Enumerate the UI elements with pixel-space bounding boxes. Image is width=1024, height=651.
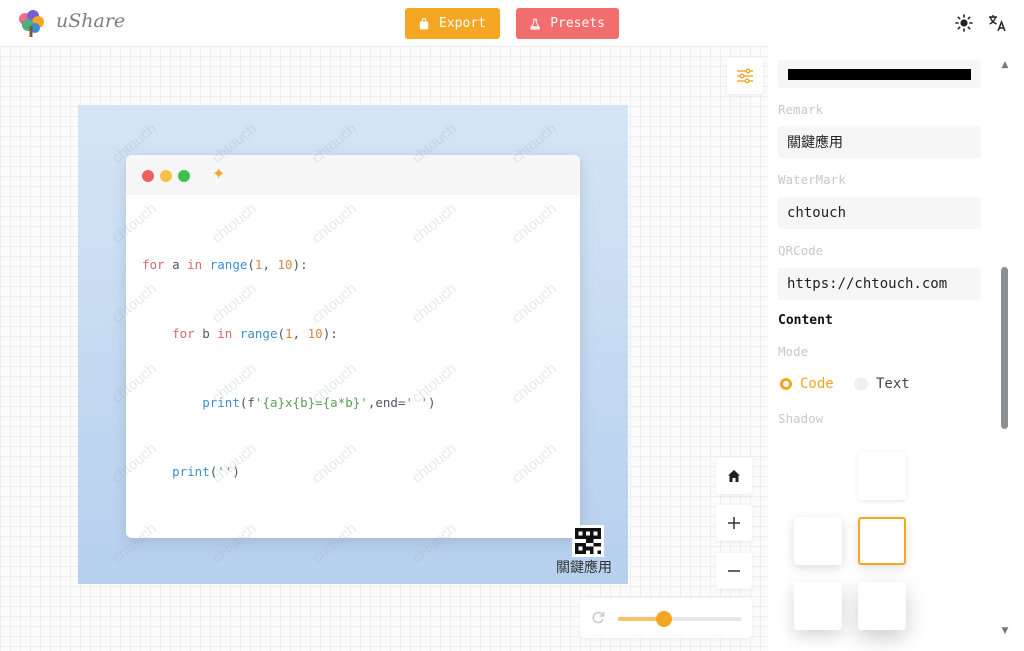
close-dot [142,170,154,182]
scroll-up-arrow[interactable]: ▲ [999,60,1011,70]
code-line: for a in range(1, 10): [142,257,308,272]
top-bar: uShare Export Presets [0,0,1024,46]
shadow-option[interactable] [858,452,906,500]
settings-button[interactable] [727,58,763,94]
qrcode-input-value: https://chtouch.com [787,276,948,292]
mode-option-label: Text [876,376,910,392]
mode-option-code[interactable]: Code [780,376,834,392]
watermark-input[interactable]: chtouch [778,197,981,229]
bag-icon [419,17,429,29]
home-icon [728,470,740,482]
zoom-bar [580,598,752,638]
code-window: ✦ for a in range(1, 10): for b in range(… [126,155,580,538]
remark-label: Remark [778,102,824,117]
code-block: for a in range(1, 10): for b in range(1,… [126,195,580,538]
minimize-dot [160,170,172,182]
shadow-option-selected[interactable] [858,517,906,565]
minus-icon [728,570,740,572]
preview-canvas[interactable]: ✦ for a in range(1, 10): for b in range(… [78,105,628,584]
zoom-out-button[interactable] [716,553,752,589]
mode-label: Mode [778,344,809,359]
remark-input-value: 關鍵應用 [787,135,843,151]
refresh-icon[interactable] [591,611,605,625]
shadow-option[interactable] [858,582,906,630]
color-picker[interactable] [778,60,981,88]
plus-icon [728,517,740,529]
code-line: print(f'{a}x{b}={a*b}',end=' ') [202,395,436,410]
scroll-thumb[interactable] [1001,267,1008,429]
mode-option-label: Code [800,376,834,392]
sun-icon[interactable] [953,12,975,34]
qrcode-input[interactable]: https://chtouch.com [778,268,981,300]
code-line: for b in range(1, 10): [172,326,338,341]
scroll-down-arrow[interactable]: ▼ [999,626,1011,636]
radio-selected [780,378,792,390]
shadow-option[interactable] [794,582,842,630]
radio-unselected [854,377,868,391]
home-button[interactable] [716,458,752,494]
window-header: ✦ [126,155,580,195]
qr-code [572,525,604,557]
zoom-slider-thumb[interactable] [656,611,672,627]
export-button-label: Export [439,16,486,31]
remark-input[interactable]: 關鍵應用 [778,126,981,158]
shadow-option[interactable] [794,517,842,565]
watermark-label: WaterMark [778,172,846,187]
shadow-option[interactable] [794,452,842,500]
mode-option-text[interactable]: Text [854,376,910,392]
sliders-icon [737,68,753,84]
zoom-slider[interactable] [618,611,742,627]
sparkle-icon: ✦ [212,164,226,183]
shadow-label: Shadow [778,411,824,426]
tree-logo[interactable] [16,8,46,38]
presets-button-label: Presets [550,16,605,31]
qrcode-label: QRCode [778,243,824,258]
watermark-input-value: chtouch [787,205,847,221]
panel-scrollbar[interactable]: ▲ ▼ [999,58,1011,643]
presets-button[interactable]: Presets [516,8,619,39]
code-line: print('') [172,464,240,479]
export-button[interactable]: Export [405,8,500,39]
flask-icon [530,18,540,30]
translate-icon[interactable] [987,12,1009,34]
app-brand: uShare [56,10,126,32]
zoom-in-button[interactable] [716,505,752,541]
canvas-remark: 關鍵應用 [556,560,612,576]
color-swatch [788,69,971,80]
content-section-title: Content [778,313,833,328]
maximize-dot [178,170,190,182]
